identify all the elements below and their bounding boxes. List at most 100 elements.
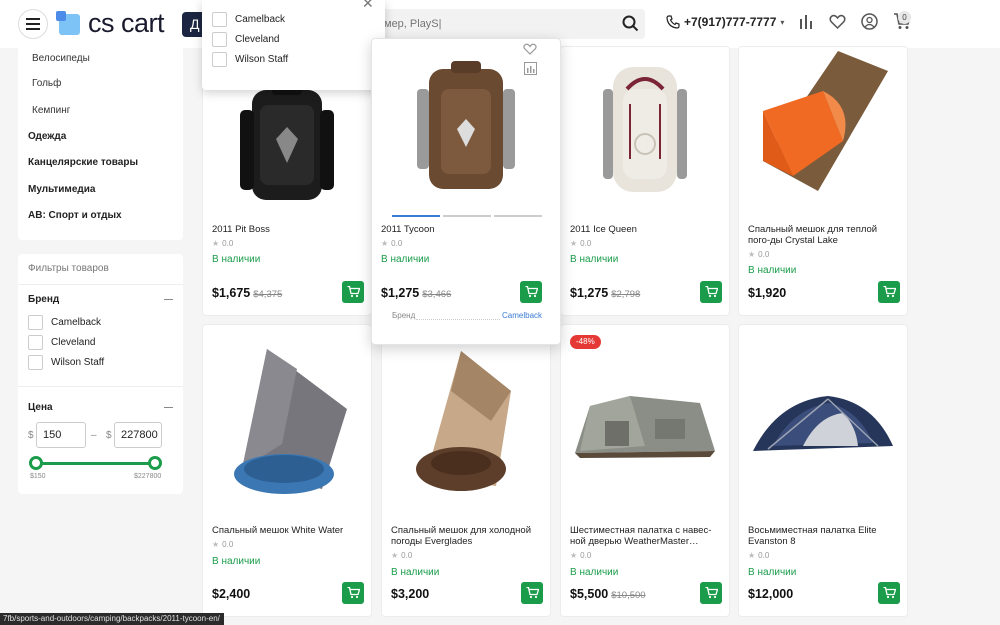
user-icon[interactable] <box>861 13 878 30</box>
link-status-bar: 7fb/sports-and-outdoors/camping/backpack… <box>0 613 224 625</box>
add-to-cart-button[interactable] <box>342 582 364 604</box>
product-card[interactable]: Спальный мешок White Water ★ 0.0 В наличи… <box>202 324 372 617</box>
product-image[interactable] <box>382 351 550 501</box>
add-to-cart-button[interactable] <box>878 582 900 604</box>
compare-icon[interactable] <box>524 62 537 75</box>
brand-filter-heading[interactable]: Бренд <box>28 294 59 305</box>
stock-status: В наличии <box>391 567 440 578</box>
product-name[interactable]: Спальный мешок для теплой пого-ды Crysta… <box>748 224 900 246</box>
heart-icon[interactable] <box>829 13 846 30</box>
checkbox[interactable] <box>212 52 227 67</box>
compare-icon[interactable] <box>798 13 814 31</box>
product-rating: ★ 0.0 <box>570 239 591 248</box>
star-icon: ★ <box>570 239 578 248</box>
stock-status: В наличии <box>570 567 619 578</box>
product-card[interactable]: 2011 Tycoon ★ 0.0 В наличии $1,275 $3,466 … <box>371 38 561 345</box>
price-slider-track[interactable] <box>36 462 154 465</box>
sidebar-subcategory[interactable]: Гольф <box>32 78 61 89</box>
current-price: $1,675 <box>212 286 251 300</box>
collapse-icon[interactable] <box>164 299 173 300</box>
product-image[interactable] <box>203 85 371 205</box>
rating-value: 0.0 <box>758 551 770 560</box>
product-card[interactable]: Восьмиместная палатка Elite Evanston 8 ★… <box>738 324 908 617</box>
product-name[interactable]: Восьмиместная палатка Elite Evanston 8 <box>748 525 900 547</box>
discount-badge: -48% <box>570 335 601 349</box>
slider-min-label: $150 <box>30 473 46 480</box>
star-icon: ★ <box>381 239 389 248</box>
image-gallery-indicator[interactable] <box>443 215 491 217</box>
product-price: $5,500 $10,500 <box>570 587 646 601</box>
search-icon[interactable] <box>622 15 639 32</box>
product-image[interactable] <box>561 391 729 461</box>
price-filter-heading[interactable]: Цена <box>28 402 53 413</box>
product-image[interactable] <box>203 349 371 499</box>
image-gallery-indicator-active[interactable] <box>392 215 440 217</box>
cart-icon <box>347 286 360 298</box>
sidebar-category[interactable]: AB: Спорт и отдых <box>28 210 122 221</box>
image-gallery-indicator[interactable] <box>494 215 542 217</box>
slider-handle-max[interactable] <box>148 456 162 470</box>
divider <box>18 386 183 387</box>
checkbox[interactable] <box>212 32 227 47</box>
price-from-input[interactable]: 150 <box>36 422 86 448</box>
product-name[interactable]: Спальный мешок для холодной погоды Everg… <box>391 525 543 547</box>
slider-handle-min[interactable] <box>29 456 43 470</box>
menu-button[interactable] <box>18 9 48 39</box>
product-name[interactable]: Спальный мешок White Water <box>212 525 364 536</box>
product-image[interactable] <box>739 391 907 461</box>
collapse-icon[interactable] <box>164 407 173 408</box>
checkbox[interactable] <box>28 355 43 370</box>
logo[interactable]: cs cart <box>56 8 165 39</box>
product-filters: Фильтры товаров Бренд Camelback Clevelan… <box>18 254 183 494</box>
search-bar <box>380 9 645 39</box>
product-card[interactable]: Спальный мешок для теплой пого-ды Crysta… <box>738 46 908 316</box>
product-image[interactable] <box>739 51 907 191</box>
cart-icon <box>526 587 539 599</box>
add-to-cart-button[interactable] <box>878 281 900 303</box>
logo-mark <box>56 10 82 37</box>
product-price: $12,000 <box>748 587 796 601</box>
add-to-cart-button[interactable] <box>342 281 364 303</box>
favorite-icon[interactable] <box>523 43 537 55</box>
brand-option[interactable]: Cleveland <box>28 335 95 350</box>
product-name[interactable]: Шестиместная палатка с навес-ной дверью … <box>570 525 722 547</box>
filters-title: Фильтры товаров <box>28 263 109 274</box>
add-to-cart-button[interactable] <box>700 582 722 604</box>
sidebar-category[interactable]: Мультимедиа <box>28 184 95 195</box>
close-icon[interactable]: ✕ <box>362 0 374 12</box>
dropdown-option[interactable]: Wilson Staff <box>212 52 288 67</box>
phone-menu[interactable]: +7(917)777-7777 ▾ <box>666 15 784 29</box>
product-name[interactable]: 2011 Pit Boss <box>212 224 364 235</box>
checkbox[interactable] <box>212 12 227 27</box>
search-input[interactable] <box>380 9 615 39</box>
feature-value-link[interactable]: Camelback <box>502 311 542 320</box>
rating-value: 0.0 <box>391 239 403 248</box>
product-rating: ★ 0.0 <box>391 551 412 560</box>
stock-status: В наличии <box>570 254 619 265</box>
product-card[interactable]: -48% Шестиместная палатка с навес-ной дв… <box>560 324 730 617</box>
brand-option[interactable]: Camelback <box>28 315 101 330</box>
rating-value: 0.0 <box>222 239 234 248</box>
dropdown-option[interactable]: Camelback <box>212 12 285 27</box>
dropdown-option[interactable]: Cleveland <box>212 32 279 47</box>
brand-dropdown: ✕ Camelback Cleveland Wilson Staff <box>202 0 385 90</box>
product-card[interactable]: Спальный мешок для холодной погоды Everg… <box>381 324 551 617</box>
star-icon: ★ <box>748 250 756 259</box>
price-to-input[interactable]: 227800 <box>114 422 162 448</box>
product-card[interactable]: 2011 Ice Queen ★ 0.0 В наличии $1,275 $2,7… <box>560 46 730 316</box>
add-to-cart-button[interactable] <box>700 281 722 303</box>
checkbox[interactable] <box>28 315 43 330</box>
add-to-cart-button[interactable] <box>520 281 542 303</box>
sidebar-subcategory[interactable]: Кемпинг <box>32 105 70 116</box>
checkbox[interactable] <box>28 335 43 350</box>
brand-option[interactable]: Wilson Staff <box>28 355 104 370</box>
sidebar-category[interactable]: Канцелярские товары <box>28 157 138 168</box>
product-image[interactable] <box>561 49 729 199</box>
chevron-down-icon: ▾ <box>780 17 785 27</box>
product-name[interactable]: 2011 Ice Queen <box>570 224 722 235</box>
product-name[interactable]: 2011 Tycoon <box>381 224 533 235</box>
sidebar-category[interactable]: Одежда <box>28 131 66 142</box>
sidebar-subcategory[interactable]: Велосипеды <box>32 53 90 64</box>
cart-icon <box>883 587 896 599</box>
add-to-cart-button[interactable] <box>521 582 543 604</box>
